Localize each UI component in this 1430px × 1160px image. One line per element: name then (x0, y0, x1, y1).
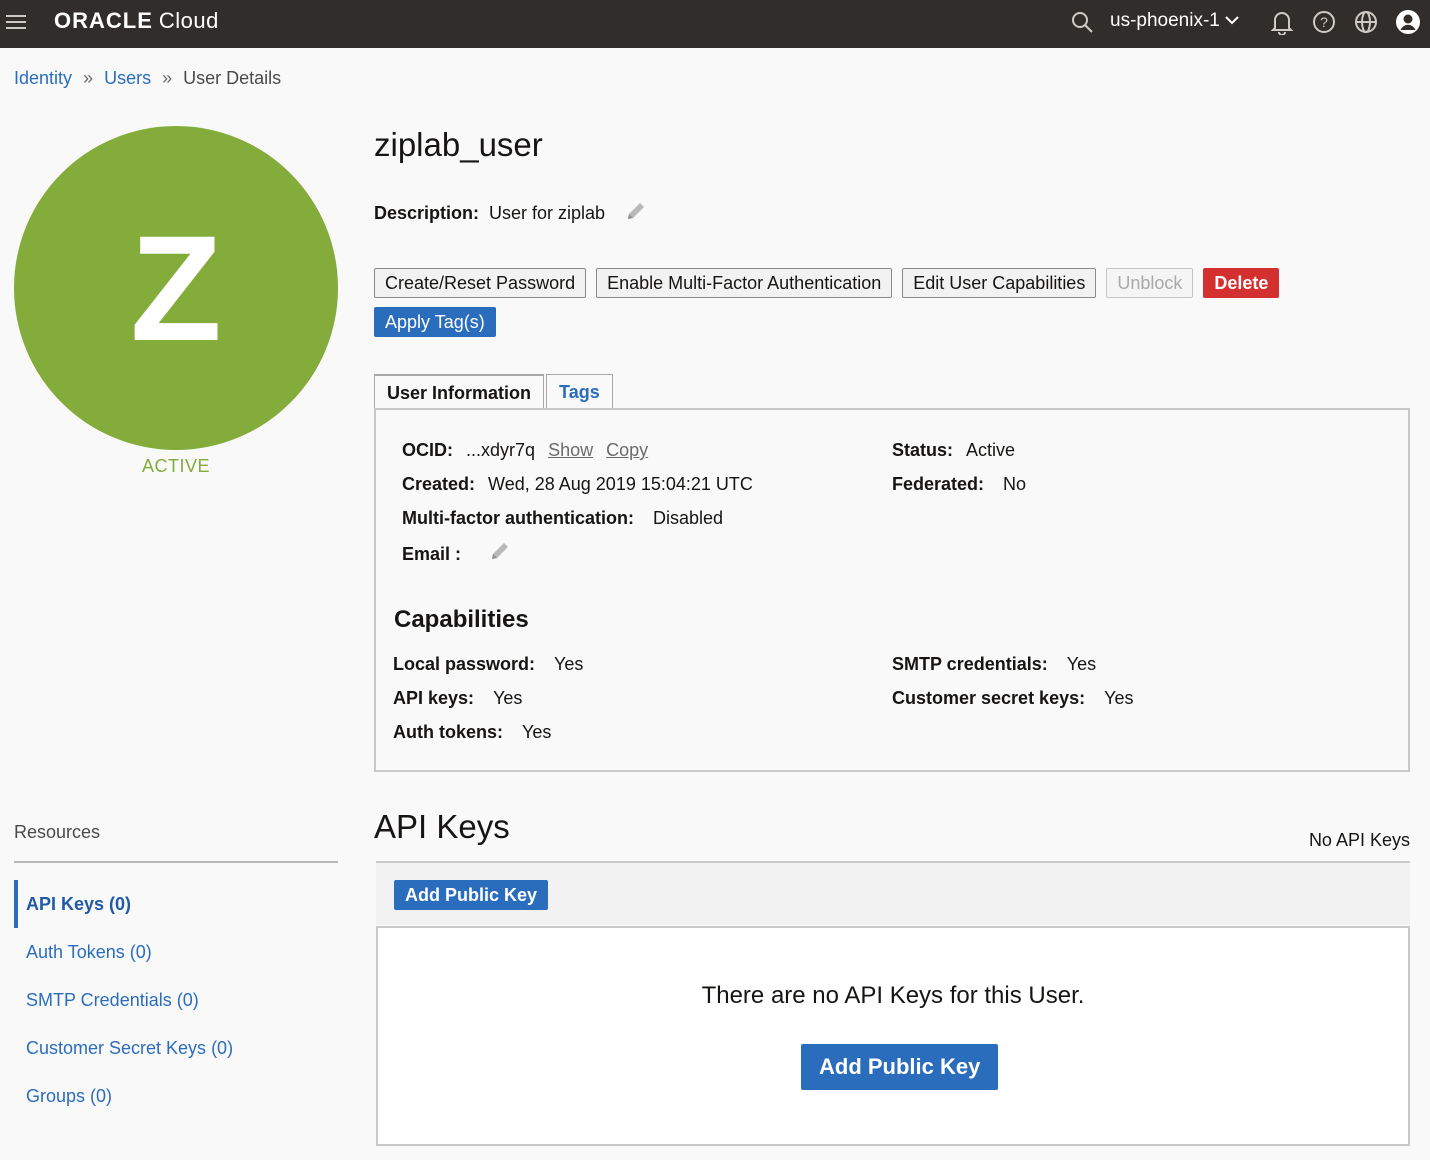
apply-tags-button[interactable]: Apply Tag(s) (374, 307, 496, 337)
user-profile-icon[interactable] (1394, 8, 1422, 36)
resources-divider (14, 861, 338, 863)
ocid-copy-link[interactable]: Copy (606, 440, 648, 460)
federated-label: Federated: (892, 474, 985, 494)
mfa-label: Multi-factor authentication: (402, 508, 634, 528)
ocid-label: OCID: (402, 440, 453, 460)
api-keys-heading: API Keys (374, 808, 510, 845)
capabilities-heading: Capabilities (394, 606, 529, 633)
brand-oracle: ORACLE (54, 8, 153, 33)
resources-heading: Resources (14, 822, 101, 842)
smtp-capability-label: SMTP credentials: (892, 654, 1048, 674)
add-public-key-button[interactable]: Add Public Key (394, 880, 549, 910)
api-keys-summary: No API Keys (1308, 830, 1410, 850)
created-label: Created: (402, 474, 476, 494)
pencil-icon[interactable] (489, 540, 511, 568)
mfa-row: Multi-factor authentication: Disabled (402, 506, 723, 530)
enable-mfa-button[interactable]: Enable Multi-Factor Authentication (596, 268, 893, 298)
customer-secret-capability-label: Customer secret keys: (892, 688, 1086, 708)
smtp-capability-value: Yes (1066, 654, 1097, 674)
created-row: Created: Wed, 28 Aug 2019 15:04:21 UTC (402, 472, 753, 496)
top-navigation-bar: ORACLE Cloud us-phoenix-1 ? (0, 0, 1430, 48)
ocid-row: OCID: ...xdyr7q Show Copy (402, 438, 648, 462)
hamburger-menu-icon[interactable] (6, 12, 26, 32)
status-row: Status: Active (892, 438, 1015, 462)
detail-tabs: User Information Tags (374, 374, 615, 411)
description-label: Description: (374, 203, 480, 223)
resource-item-api-keys[interactable]: API Keys (0) (14, 880, 338, 928)
help-icon[interactable]: ? (1310, 8, 1338, 36)
breadcrumb-separator: » (83, 68, 94, 88)
chevron-down-icon (1224, 8, 1240, 34)
federated-row: Federated: No (892, 472, 1026, 496)
oracle-cloud-logo[interactable]: ORACLE Cloud (54, 8, 219, 34)
federated-value: No (1003, 474, 1027, 494)
resource-item-customer-secret-keys[interactable]: Customer Secret Keys (0) (14, 1024, 338, 1072)
local-password-value: Yes (554, 654, 584, 674)
brand-cloud: Cloud (158, 8, 219, 33)
unblock-button[interactable]: Unblock (1106, 268, 1194, 298)
mfa-value: Disabled (653, 508, 724, 528)
pencil-icon[interactable] (625, 200, 647, 227)
region-label: us-phoenix-1 (1110, 10, 1220, 31)
bell-icon[interactable] (1268, 8, 1296, 36)
local-password-label: Local password: (393, 654, 536, 674)
resources-list: API Keys (0) Auth Tokens (0) SMTP Creden… (14, 880, 338, 1120)
status-value: Active (966, 440, 1016, 460)
api-keys-capability-value: Yes (493, 688, 523, 708)
empty-state-add-public-key-button[interactable]: Add Public Key (801, 1044, 999, 1090)
auth-tokens-capability-label: Auth tokens: (393, 722, 503, 742)
auth-tokens-capability-value: Yes (522, 722, 552, 742)
delete-button[interactable]: Delete (1203, 268, 1280, 298)
created-value: Wed, 28 Aug 2019 15:04:21 UTC (488, 474, 753, 494)
smtp-capability-row: SMTP credentials: Yes (892, 652, 1096, 676)
status-label: Status: (892, 440, 954, 460)
tab-tags[interactable]: Tags (546, 374, 613, 410)
tab-user-information[interactable]: User Information (374, 374, 545, 411)
search-icon[interactable] (1068, 8, 1096, 36)
api-keys-empty-state: There are no API Keys for this User. Add… (376, 926, 1410, 1146)
globe-icon[interactable] (1352, 8, 1380, 36)
user-information-panel: OCID: ...xdyr7q Show Copy Created: Wed, … (374, 408, 1410, 772)
api-keys-capability-label: API keys: (393, 688, 475, 708)
empty-state-message: There are no API Keys for this User. (701, 982, 1085, 1009)
breadcrumb-current: User Details (183, 68, 282, 88)
ocid-show-link[interactable]: Show (548, 440, 593, 460)
customer-secret-capability-row: Customer secret keys: Yes (892, 686, 1134, 710)
region-selector[interactable]: us-phoenix-1 (1110, 8, 1240, 34)
avatar-letter: Z (130, 204, 222, 372)
breadcrumb-users[interactable]: Users (104, 68, 151, 88)
resource-item-smtp-credentials[interactable]: SMTP Credentials (0) (14, 976, 338, 1024)
ocid-value: ...xdyr7q (466, 440, 536, 460)
action-button-row: Create/Reset Password Enable Multi-Facto… (374, 268, 1280, 298)
description-value: User for ziplab (489, 203, 606, 223)
email-label: Email : (402, 544, 462, 564)
create-reset-password-button[interactable]: Create/Reset Password (374, 268, 587, 298)
breadcrumb: Identity » Users » User Details (14, 66, 281, 90)
local-password-row: Local password: Yes (393, 652, 583, 676)
user-avatar: Z (14, 126, 338, 450)
description-row: Description: User for ziplab (374, 200, 647, 227)
resource-item-auth-tokens[interactable]: Auth Tokens (0) (14, 928, 338, 976)
email-row: Email : (402, 540, 511, 568)
edit-user-capabilities-button[interactable]: Edit User Capabilities (902, 268, 1097, 298)
svg-text:?: ? (1320, 14, 1328, 30)
resource-item-groups[interactable]: Groups (0) (14, 1072, 338, 1120)
customer-secret-capability-value: Yes (1104, 688, 1134, 708)
auth-tokens-capability-row: Auth tokens: Yes (393, 720, 551, 744)
breadcrumb-identity[interactable]: Identity (14, 68, 72, 88)
breadcrumb-separator: » (162, 68, 173, 88)
api-keys-toolbar: Add Public Key (376, 863, 1410, 925)
avatar-status-label: ACTIVE (141, 456, 210, 476)
page-title: ziplab_user (374, 126, 543, 163)
api-keys-capability-row: API keys: Yes (393, 686, 522, 710)
